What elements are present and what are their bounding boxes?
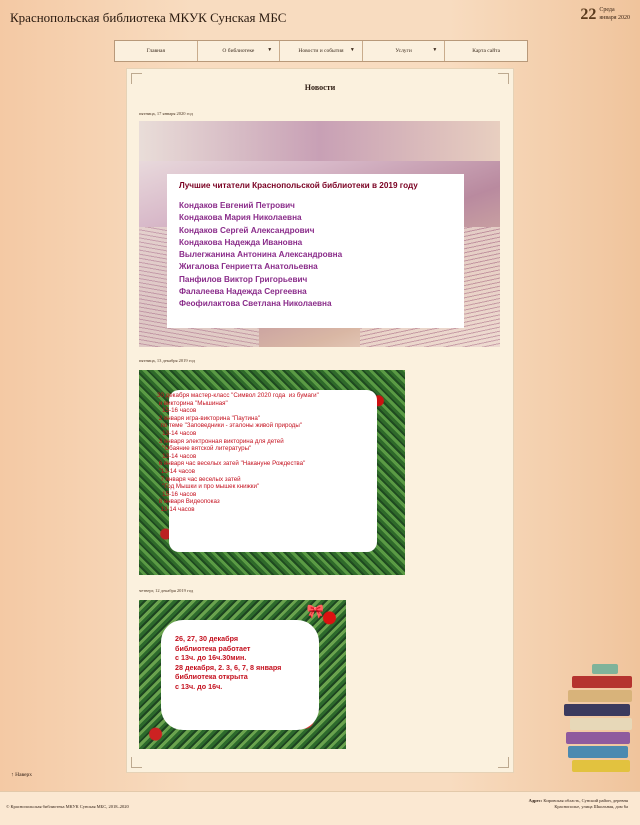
reader-name: Панфилов Виктор Григорьевич — [179, 274, 308, 284]
hours-line: библиотека работает — [175, 643, 251, 653]
nav-item-news[interactable]: Новости и события ▼ — [280, 41, 363, 61]
hours-line: 26, 27, 30 декабря — [175, 634, 239, 643]
books-stack-icon — [562, 664, 634, 784]
image-background — [139, 121, 500, 161]
event-line: 6 января час веселых затей "Накануне Рож… — [157, 460, 306, 468]
hours-line: с 13ч. до 16ч. — [175, 681, 223, 691]
book-spine — [564, 704, 630, 716]
nav-item-about[interactable]: О библиотеке ▼ — [198, 41, 281, 61]
reader-name: Кондакова Мария Николаевна — [179, 213, 302, 223]
event-line: по теме "Заповедники - эталоны живой при… — [157, 422, 303, 430]
post-date: пятница, 17 января 2020 год — [139, 111, 193, 116]
reader-name: Жигалова Генриетта Анатольевна — [179, 262, 318, 272]
reader-name: Фалалеева Надежда Сергеевна — [179, 287, 307, 297]
events-announcement-image[interactable]: 30 декабря мастер-класс "Символ 2020 год… — [139, 370, 405, 575]
nav-label: Новости и события — [298, 48, 344, 54]
nav-item-sitemap[interactable]: Карта сайта — [445, 41, 527, 61]
best-readers-image[interactable]: Лучшие читатели Краснопольской библиотек… — [139, 121, 500, 347]
event-line: "Год Мышки и про мышек книжки" — [157, 483, 260, 491]
event-line: 3 января электронная викторина для детей — [157, 437, 284, 445]
event-line: 13-14 часов — [157, 505, 195, 513]
event-line: "Обаяние вятской литературы" — [157, 445, 252, 453]
event-line: 2 января игра-викторина "Паутина" — [157, 414, 261, 422]
nav-item-home[interactable]: Главная — [115, 41, 198, 61]
readers-heading: Лучшие читатели Краснопольской библиотек… — [179, 181, 418, 190]
corner-ornament — [131, 757, 142, 768]
main-nav: Главная О библиотеке ▼ Новости и события ▼… — [114, 40, 528, 62]
book-spine — [568, 690, 632, 702]
reader-name: Кондаков Сергей Александрович — [179, 225, 315, 235]
date-weekday: Среда — [599, 7, 615, 13]
readers-list: Кондаков Евгений Петрович Кондакова Мари… — [179, 200, 342, 311]
chevron-down-icon: ▼ — [267, 48, 273, 53]
copyright: © Краснопольская библиотека МКУК Сунская… — [6, 804, 129, 809]
date-month-year: января 2020 — [599, 15, 630, 21]
hours-line: 28 декабря, 2. 3, 6, 7, 8 января — [175, 662, 282, 672]
hours-line: с 13ч. до 16ч.30мин. — [175, 653, 247, 662]
corner-ornament — [498, 757, 509, 768]
date-widget: 22 Среда января 2020 — [580, 6, 630, 24]
announcement-card: 26, 27, 30 декабря библиотека работает с… — [161, 620, 319, 730]
book-spine — [592, 664, 618, 674]
address-label: Адрес: — [528, 798, 543, 803]
event-line: 13-14 часов — [157, 452, 197, 460]
event-line: 15-16 часов — [157, 407, 197, 415]
bow-icon: 🎀 — [306, 605, 324, 620]
event-line: и викторина "Мышиная" — [157, 399, 228, 407]
event-line: 8 января Видеопоказ — [157, 498, 220, 506]
events-list: 30 декабря мастер-класс "Символ 2020 год… — [157, 392, 319, 514]
nav-label: Главная — [146, 48, 166, 54]
chevron-down-icon: ▼ — [432, 48, 438, 53]
hours-line: библиотека открыта — [175, 672, 248, 681]
post-date: пятница, 13 декабря 2019 год — [139, 358, 195, 363]
chevron-down-icon: ▼ — [349, 48, 355, 53]
book-spine — [568, 746, 628, 758]
nav-item-services[interactable]: Услуги ▼ — [363, 41, 446, 61]
nav-label: Карта сайта — [472, 48, 501, 54]
nav-label: О библиотеке — [222, 48, 255, 54]
date-text: Среда января 2020 — [599, 6, 630, 22]
hours-list: 26, 27, 30 декабря библиотека работает с… — [175, 634, 281, 691]
event-line: 15-16 часов — [157, 490, 197, 498]
book-spine — [566, 732, 630, 744]
reader-name: Кондаков Евгений Петрович — [179, 201, 295, 210]
event-line: 7 января час веселых затей — [157, 475, 241, 483]
date-day: 22 — [580, 6, 597, 23]
holiday-hours-image[interactable]: 26, 27, 30 декабря библиотека работает с… — [139, 600, 346, 749]
reader-name: Вылегжанина Антонина Александровна — [179, 250, 343, 260]
readers-card: Лучшие читатели Краснопольской библиотек… — [167, 174, 464, 328]
event-line: "13-14 часов — [157, 467, 196, 475]
event-line: 13-14 часов — [157, 429, 197, 437]
event-line: 30 декабря мастер-класс "Символ 2020 год… — [157, 392, 319, 399]
site-title: Краснопольская библиотека МКУК Сунская М… — [10, 10, 287, 25]
nav-label: Услуги — [395, 48, 412, 54]
page-title: Новости — [304, 83, 336, 92]
reader-name: Кондакова Надежда Ивановна — [179, 237, 303, 247]
address: Адрес: Кировская область, Сунский район,… — [508, 798, 628, 810]
post-date: четверг, 12 декабря 2019 год — [139, 588, 194, 593]
book-spine — [572, 676, 632, 688]
content-panel: Новости пятница, 17 января 2020 год Лучш… — [127, 69, 513, 772]
book-spine — [572, 760, 630, 772]
book-spine — [570, 718, 632, 730]
address-text: Кировская область, Сунский район, деревн… — [543, 798, 628, 809]
reader-name: Феофилактова Светлана Николаевна — [179, 299, 332, 309]
back-to-top-link[interactable]: ↑ Наверх — [11, 772, 32, 778]
footer: © Краснопольская библиотека МКУК Сунская… — [0, 791, 640, 825]
